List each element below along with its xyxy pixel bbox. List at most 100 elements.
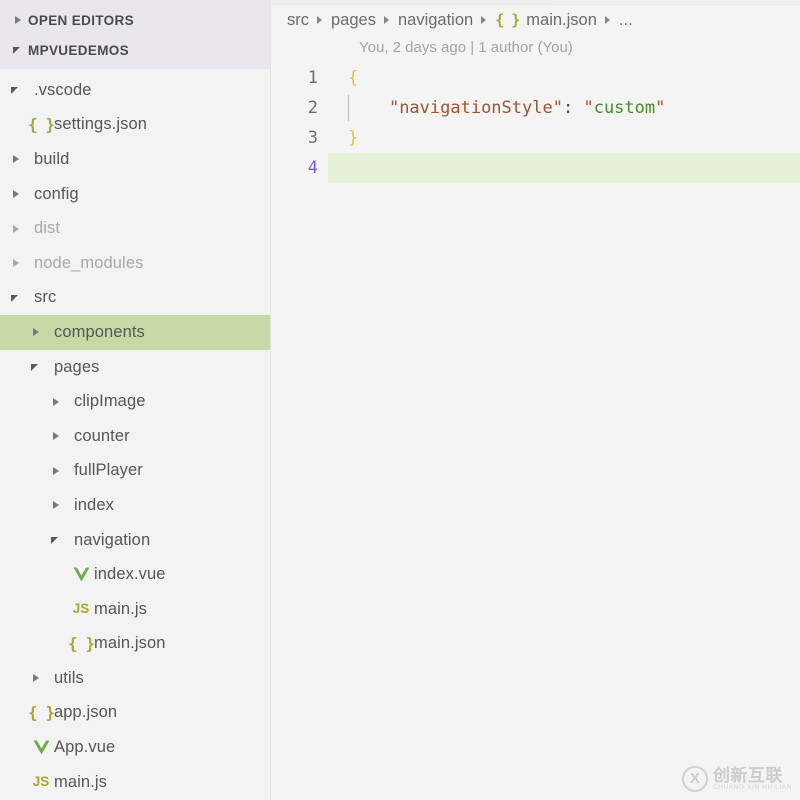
code-editor-content[interactable]: 1{2 "navigationStyle": "custom" 3} 4 bbox=[271, 63, 800, 183]
watermark-circle-x-icon: X bbox=[681, 766, 708, 792]
breadcrumb-item-navigation[interactable]: navigation bbox=[398, 11, 473, 30]
chevron-right-icon[interactable] bbox=[10, 12, 28, 28]
json-file-icon: { } bbox=[28, 702, 55, 722]
code-line[interactable]: 2 "navigationStyle": "custom" bbox=[271, 93, 800, 123]
panel-header-label: OPEN EDITORS bbox=[28, 12, 134, 28]
tree-item-settings-json[interactable]: { } settings.json bbox=[0, 108, 270, 143]
breadcrumb[interactable]: src pages navigation { } main.json... bbox=[271, 5, 800, 35]
code-token: " bbox=[583, 98, 594, 118]
tree-item-config[interactable]: config bbox=[0, 177, 270, 212]
chevron-down-icon[interactable] bbox=[48, 532, 66, 548]
chevron-right-icon[interactable] bbox=[48, 394, 66, 410]
chevron-right-icon[interactable] bbox=[8, 186, 26, 202]
tree-item-utils[interactable]: utils bbox=[0, 661, 270, 696]
tree-item-main-json[interactable]: { } main.json bbox=[0, 627, 270, 662]
tree-item-label: main.js bbox=[54, 772, 107, 791]
chevron-right-icon[interactable] bbox=[8, 151, 26, 167]
tree-item-build[interactable]: build bbox=[0, 142, 270, 177]
tree-item-label: config bbox=[34, 184, 79, 203]
code-line[interactable]: 1{ bbox=[271, 63, 800, 93]
vscode-window: OPEN EDITORS MPVUEDEMOS .vscode{ } settin… bbox=[0, 0, 800, 800]
chevron-right-icon[interactable] bbox=[8, 221, 26, 237]
line-number: 4 bbox=[307, 158, 318, 178]
chevron-right-icon[interactable] bbox=[28, 670, 46, 686]
tree-item-index[interactable]: index bbox=[0, 488, 270, 523]
file-tree: .vscode{ } settings.json build config dist no… bbox=[0, 69, 270, 799]
chevron-right-icon[interactable] bbox=[8, 255, 26, 271]
breadcrumb-item-src[interactable]: src bbox=[287, 11, 309, 30]
code-line[interactable]: 3} bbox=[271, 123, 800, 153]
watermark-pinyin: CHUANG XIN HU LIAN bbox=[712, 783, 792, 791]
tree-item-label: clipImage bbox=[74, 392, 146, 411]
chevron-right-icon[interactable] bbox=[28, 324, 46, 340]
tree-item-label: navigation bbox=[74, 530, 151, 549]
chevron-down-icon[interactable] bbox=[8, 82, 26, 98]
tree-item-label: main.js bbox=[94, 599, 147, 618]
tree-item-label: dist bbox=[34, 219, 61, 238]
tree-item-label: pages bbox=[54, 357, 100, 376]
chevron-right-icon[interactable] bbox=[48, 428, 66, 444]
json-file-icon: { } bbox=[495, 10, 520, 29]
json-file-icon: { } bbox=[28, 114, 55, 134]
code-line-text[interactable]: { bbox=[328, 63, 800, 93]
tree-item-navigation[interactable]: navigation bbox=[0, 523, 270, 558]
tree-item-components[interactable]: components bbox=[0, 315, 270, 350]
tree-item-label: index bbox=[74, 495, 114, 514]
code-token: custom bbox=[593, 98, 656, 118]
tree-item-label: counter bbox=[74, 426, 130, 445]
chevron-right-icon[interactable] bbox=[48, 463, 66, 479]
breadcrumb-separator-icon bbox=[604, 13, 612, 27]
tree-item-app-vue[interactable]: App.vue bbox=[0, 730, 270, 765]
editor-tab-active[interactable] bbox=[271, 0, 551, 4]
tree-item--vscode[interactable]: .vscode bbox=[0, 73, 270, 108]
tree-item-label: main.json bbox=[94, 634, 166, 653]
tree-item-node-modules[interactable]: node_modules bbox=[0, 246, 270, 281]
js-file-icon: JS bbox=[32, 774, 50, 790]
tree-item-label: settings.json bbox=[54, 115, 148, 134]
tree-item-main-js[interactable]: JS main.js bbox=[0, 592, 270, 627]
tree-item-clipimage[interactable]: clipImage bbox=[0, 384, 270, 419]
tree-item-fullplayer[interactable]: fullPlayer bbox=[0, 454, 270, 489]
code-token: " bbox=[655, 98, 666, 118]
chevron-down-icon[interactable] bbox=[10, 42, 28, 58]
code-line-text[interactable] bbox=[328, 153, 800, 183]
indent-guide bbox=[348, 95, 349, 121]
breadcrumb-item-label: pages bbox=[331, 10, 376, 29]
tree-item-counter[interactable]: counter bbox=[0, 419, 270, 454]
breadcrumb-item-pages[interactable]: pages bbox=[331, 11, 376, 30]
tree-item-label: app.json bbox=[54, 703, 118, 722]
breadcrumb-item-label: main.json bbox=[526, 10, 597, 29]
watermark-mark-letter: X bbox=[689, 770, 700, 787]
panel-header-open-editors[interactable]: OPEN EDITORS bbox=[0, 5, 270, 35]
chevron-down-icon[interactable] bbox=[8, 290, 26, 306]
explorer-panel-headers: OPEN EDITORS MPVUEDEMOS bbox=[0, 0, 270, 69]
tree-item-label: App.vue bbox=[54, 738, 116, 757]
watermark-logo: X 创新互联 CHUANG XIN HU LIAN bbox=[681, 765, 792, 792]
tree-item-pages[interactable]: pages bbox=[0, 350, 270, 385]
editor-area: src pages navigation { } main.json... You, 2… bbox=[271, 0, 800, 800]
panel-header-mpvuedemos[interactable]: MPVUEDEMOS bbox=[0, 35, 270, 65]
code-token: : bbox=[562, 98, 574, 118]
chevron-down-icon[interactable] bbox=[28, 359, 46, 375]
breadcrumb-item-label: ... bbox=[618, 10, 633, 29]
code-line-text[interactable]: } bbox=[328, 123, 800, 153]
code-line[interactable]: 4 bbox=[271, 153, 800, 183]
tree-item-app-json[interactable]: { } app.json bbox=[0, 696, 270, 731]
breadcrumb-item--[interactable]: ... bbox=[619, 11, 633, 30]
code-token: { bbox=[348, 68, 359, 88]
tree-item-src[interactable]: src bbox=[0, 281, 270, 316]
json-file-icon: { } bbox=[68, 633, 95, 653]
breadcrumb-separator-icon bbox=[383, 13, 391, 27]
breadcrumb-item-main-json[interactable]: { } main.json bbox=[495, 11, 597, 30]
tree-item-index-vue[interactable]: index.vue bbox=[0, 557, 270, 592]
tree-item-main-js[interactable]: JS main.js bbox=[0, 765, 270, 800]
tree-item-label: build bbox=[34, 149, 70, 168]
tree-item-dist[interactable]: dist bbox=[0, 211, 270, 246]
code-line-text[interactable]: "navigationStyle": "custom" bbox=[328, 93, 800, 123]
tree-item-label: node_modules bbox=[34, 253, 144, 272]
code-token: } bbox=[348, 128, 359, 148]
chevron-right-icon[interactable] bbox=[48, 497, 66, 513]
watermark-chinese: 创新互联 bbox=[712, 765, 783, 785]
tree-item-label: index.vue bbox=[94, 565, 166, 584]
